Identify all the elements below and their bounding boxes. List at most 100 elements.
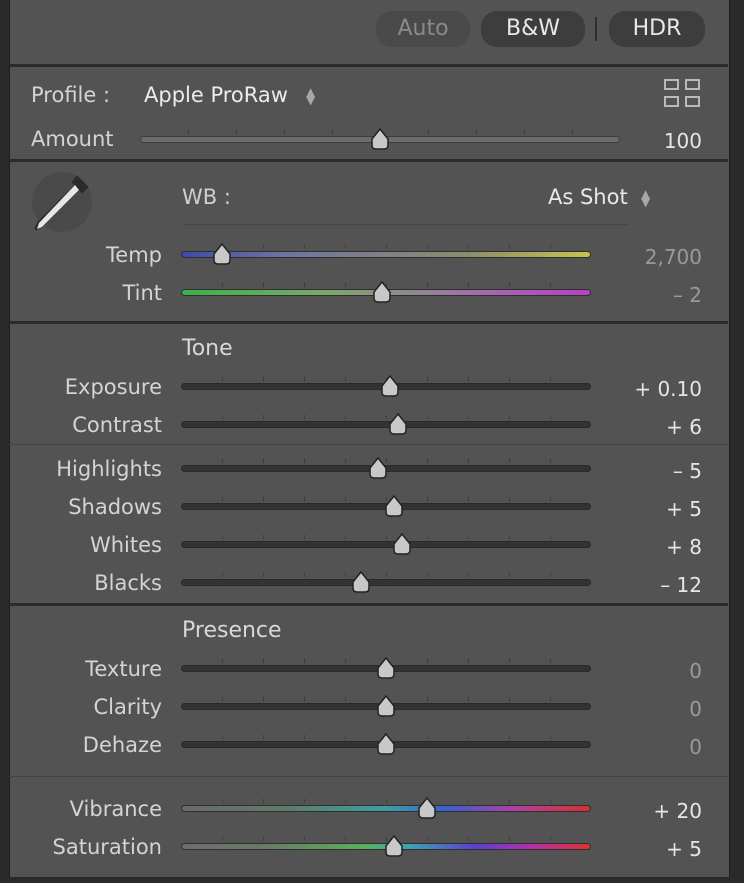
button-separator — [595, 17, 597, 41]
slider-tick — [304, 497, 305, 501]
hdr-button[interactable]: HDR — [609, 11, 705, 47]
slider-tick — [304, 799, 305, 803]
slider-tick — [263, 459, 264, 463]
whites-label: Whites — [89, 533, 162, 557]
highlights-value[interactable]: – 5 — [592, 459, 702, 483]
amount-slider-thumb[interactable] — [370, 128, 390, 150]
slider-tick — [509, 697, 510, 701]
dehaze-slider-thumb[interactable] — [376, 733, 396, 755]
saturation-label: Saturation — [52, 835, 162, 859]
presence-section-title: Presence — [182, 618, 282, 643]
slider-tick — [345, 799, 346, 803]
tint-slider-thumb[interactable] — [372, 281, 392, 303]
slider-tick — [222, 459, 223, 463]
slider-tick — [332, 130, 333, 134]
slider-tick — [304, 697, 305, 701]
texture-value[interactable]: 0 — [592, 659, 702, 683]
vibrance-label: Vibrance — [69, 797, 162, 821]
wb-dropdown[interactable]: As Shot — [548, 185, 628, 209]
slider-tick — [304, 245, 305, 249]
slider-tick — [468, 497, 469, 501]
wb-label: WB : — [182, 185, 231, 209]
vibrance-slider-thumb[interactable] — [417, 797, 437, 819]
blacks-slider-track[interactable] — [181, 579, 591, 586]
slider-tick — [468, 377, 469, 381]
texture-slider-thumb[interactable] — [376, 657, 396, 679]
whites-slider-track[interactable] — [181, 541, 591, 548]
contrast-slider-thumb[interactable] — [388, 413, 408, 435]
slider-tick — [427, 459, 428, 463]
vibrance-value[interactable]: + 20 — [592, 799, 702, 823]
divider — [9, 603, 728, 606]
divider — [9, 64, 728, 67]
blacks-slider-thumb[interactable] — [351, 571, 371, 593]
slider-tick — [550, 377, 551, 381]
slider-tick — [345, 535, 346, 539]
saturation-value[interactable]: + 5 — [592, 837, 702, 861]
tone-section-title: Tone — [182, 336, 233, 361]
updown-arrows-icon[interactable]: ▲ ▼ — [641, 188, 650, 208]
divider — [9, 776, 728, 777]
slider-tick — [427, 535, 428, 539]
temp-slider-thumb[interactable] — [212, 243, 232, 265]
clarity-slider-thumb[interactable] — [376, 695, 396, 717]
profile-dropdown[interactable]: Apple ProRaw — [144, 83, 288, 107]
slider-tick — [345, 837, 346, 841]
divider — [9, 444, 728, 445]
slider-tick — [550, 659, 551, 663]
slider-tick — [386, 415, 387, 419]
tint-value[interactable]: – 2 — [592, 283, 702, 307]
slider-tick — [509, 659, 510, 663]
slider-tick — [509, 415, 510, 419]
contrast-slider-track[interactable] — [181, 421, 591, 428]
highlights-slider-thumb[interactable] — [368, 457, 388, 479]
vibrance-slider-track[interactable] — [181, 805, 591, 812]
dehaze-value[interactable]: 0 — [592, 735, 702, 759]
slider-tick — [427, 377, 428, 381]
whites-slider-ticks — [181, 535, 591, 539]
slider-tick — [468, 659, 469, 663]
slider-tick — [386, 799, 387, 803]
profile-browser-grid-icon[interactable] — [664, 79, 702, 109]
slider-tick — [427, 659, 428, 663]
slider-tick — [468, 459, 469, 463]
updown-arrows-icon[interactable]: ▲ ▼ — [306, 86, 315, 106]
slider-tick — [304, 283, 305, 287]
slider-tick — [468, 535, 469, 539]
saturation-slider-thumb[interactable] — [384, 835, 404, 857]
slider-tick — [188, 130, 189, 134]
slider-tick — [304, 573, 305, 577]
clarity-label: Clarity — [93, 695, 163, 719]
temp-label: Temp — [106, 243, 162, 267]
contrast-slider-ticks — [181, 415, 591, 419]
slider-tick — [509, 245, 510, 249]
texture-label: Texture — [85, 657, 162, 681]
slider-tick — [263, 799, 264, 803]
bw-button[interactable]: B&W — [481, 11, 585, 47]
temp-value[interactable]: 2,700 — [592, 245, 702, 269]
slider-tick — [263, 377, 264, 381]
divider — [9, 321, 728, 324]
slider-tick — [222, 697, 223, 701]
contrast-value[interactable]: + 6 — [592, 415, 702, 439]
slider-tick — [550, 415, 551, 419]
clarity-value[interactable]: 0 — [592, 697, 702, 721]
slider-tick — [509, 459, 510, 463]
whites-slider-thumb[interactable] — [392, 533, 412, 555]
temp-slider-track[interactable] — [181, 251, 591, 258]
slider-tick — [468, 283, 469, 287]
blacks-value[interactable]: – 12 — [592, 573, 702, 597]
whites-value[interactable]: + 8 — [592, 535, 702, 559]
exposure-value[interactable]: + 0.10 — [592, 377, 702, 401]
slider-tick — [304, 535, 305, 539]
slider-tick — [468, 735, 469, 739]
slider-tick — [509, 535, 510, 539]
slider-tick — [304, 415, 305, 419]
auto-button[interactable]: Auto — [376, 11, 470, 47]
exposure-slider-thumb[interactable] — [380, 375, 400, 397]
shadows-slider-thumb[interactable] — [384, 495, 404, 517]
tint-label: Tint — [122, 281, 162, 305]
slider-tick — [427, 573, 428, 577]
shadows-value[interactable]: + 5 — [592, 497, 702, 521]
slider-tick — [550, 497, 551, 501]
